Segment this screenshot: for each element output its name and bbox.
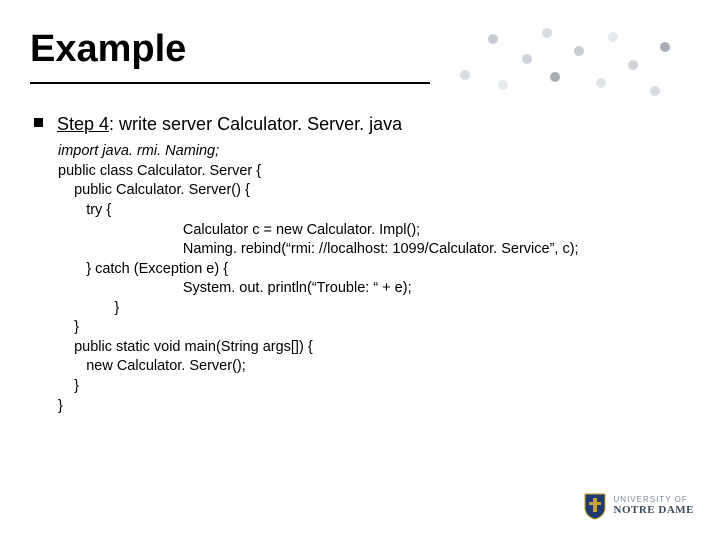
code-line: public class Calculator. Server { [58,163,261,179]
step-heading: Step 4: write server Calculator. Server.… [34,112,690,136]
shield-icon [584,492,606,520]
title-underline [30,82,430,84]
code-line: } [58,319,79,335]
dot-icon [522,54,532,64]
dot-icon [498,80,508,90]
dot-icon [628,60,638,70]
code-line: Naming. rebind(“rmi: //localhost: 1099/C… [58,241,579,257]
code-line: } [58,300,119,316]
dot-icon [488,34,498,44]
content-area: Step 4: write server Calculator. Server.… [34,112,690,416]
code-line: Calculator c = new Calculator. Impl(); [58,222,420,238]
code-line: public static void main(String args[]) { [58,339,313,355]
code-line: } [58,378,79,394]
decorative-dots [450,20,690,110]
code-line: } [58,398,63,414]
step-text: Step 4: write server Calculator. Server.… [57,112,402,136]
code-line: public Calculator. Server() { [58,182,250,198]
dot-icon [660,42,670,52]
dot-icon [574,46,584,56]
dot-icon [608,32,618,42]
step-label: Step 4 [57,114,109,134]
logo-line1: UNIVERSITY OF [614,495,694,504]
slide-title: Example [30,28,186,71]
code-line: } catch (Exception e) { [58,261,228,277]
code-line: try { [58,202,111,218]
dot-icon [650,86,660,96]
dot-icon [542,28,552,38]
code-block: import java. rmi. Naming; public class C… [58,142,690,416]
code-line: import java. rmi. Naming; [58,143,219,159]
step-rest: : write server Calculator. Server. java [109,114,402,134]
university-logo: UNIVERSITY OF NOTRE DAME [584,492,694,520]
code-line: new Calculator. Server(); [58,358,246,374]
dot-icon [460,70,470,80]
code-line: System. out. println(“Trouble: “ + e); [58,280,412,296]
dot-icon [596,78,606,88]
dot-icon [550,72,560,82]
bullet-icon [34,118,43,127]
logo-text: UNIVERSITY OF NOTRE DAME [614,495,694,517]
logo-line2: NOTRE DAME [614,504,694,517]
slide: Example Step 4: write server Calculator.… [0,0,720,540]
